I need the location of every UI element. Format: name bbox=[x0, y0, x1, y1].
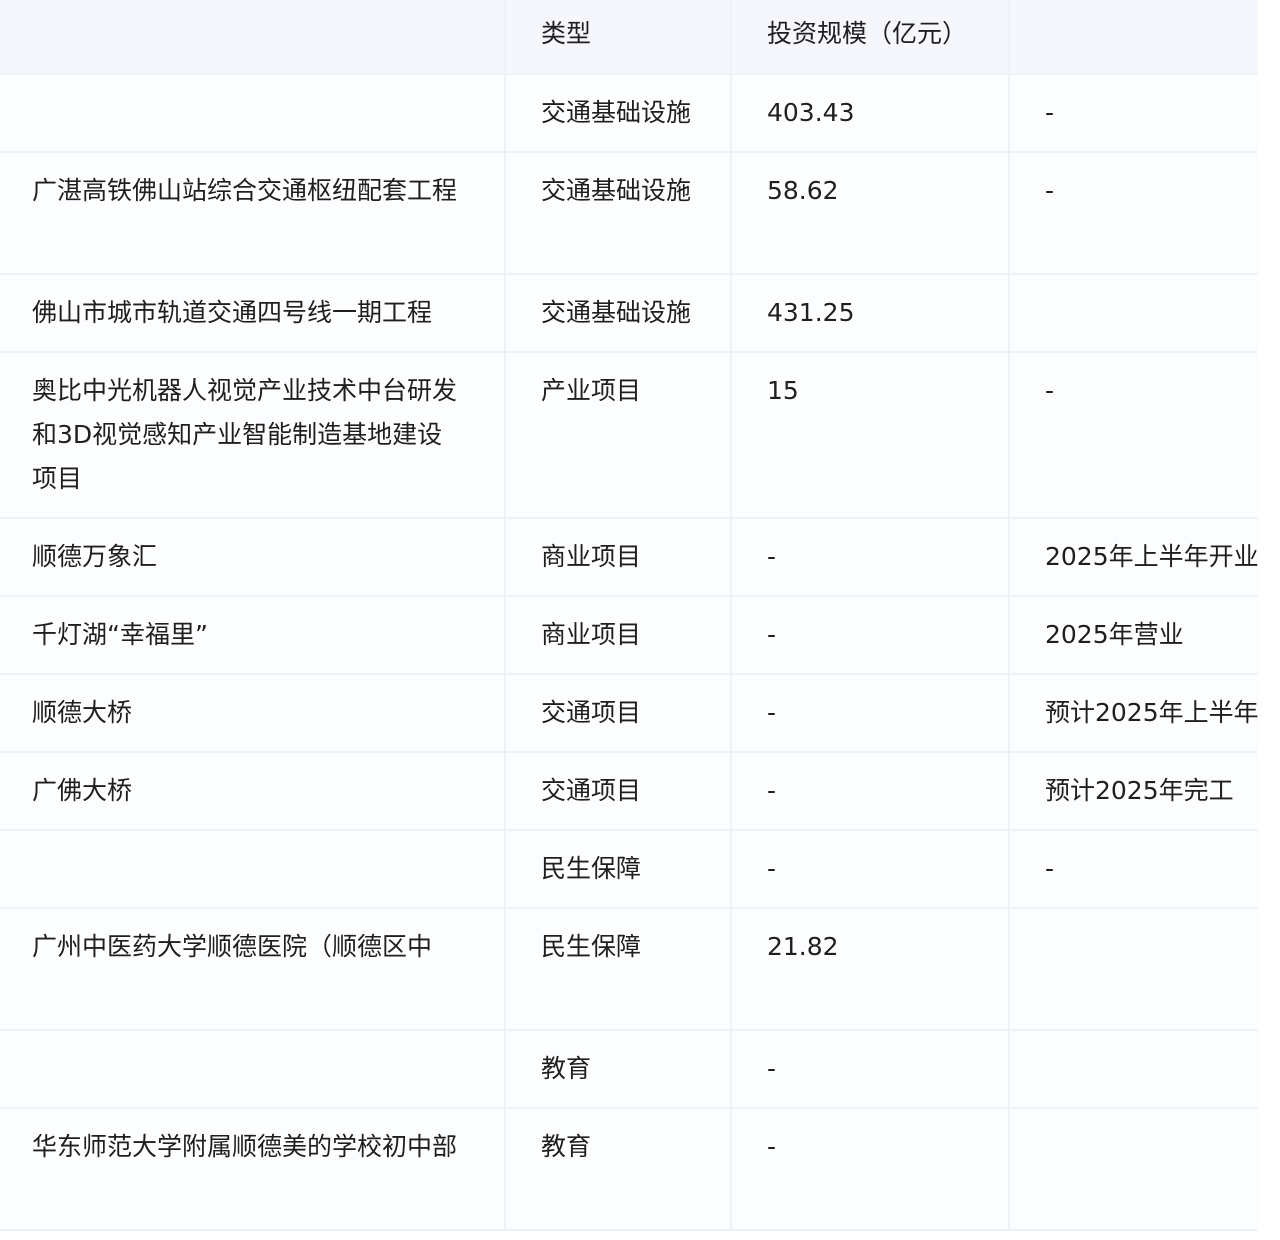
table-row: 广州中医药大学顺德医院（顺德区中 民生保障 21.82 bbox=[0, 908, 1258, 1031]
cell-name: 广州中医药大学顺德医院（顺德区中 bbox=[0, 908, 506, 1031]
cell-type: 商业项目 bbox=[505, 596, 732, 675]
table-row: 交通基础设施 403.43 - bbox=[0, 74, 1258, 153]
cell-name bbox=[0, 1030, 506, 1109]
project-table-container: 类型 投资规模（亿元） 交通基础设施 403.43 - 广湛高铁佛山站综合交通枢… bbox=[0, 0, 1258, 1232]
cell-name bbox=[0, 74, 506, 153]
cell-type: 民生保障 bbox=[505, 830, 732, 909]
table-row: 奥比中光机器人视觉产业技术中台研发和3D视觉感知产业智能制造基地建设项目 产业项… bbox=[0, 352, 1258, 519]
cell-note bbox=[1009, 1108, 1258, 1231]
cell-name bbox=[0, 830, 506, 909]
cell-name: 广湛高铁佛山站综合交通枢纽配套工程 bbox=[0, 152, 506, 275]
table-row: 广佛大桥 交通项目 - 预计2025年完工 bbox=[0, 752, 1258, 831]
cell-investment: - bbox=[731, 752, 1010, 831]
cell-investment: - bbox=[731, 830, 1010, 909]
cell-name: 奥比中光机器人视觉产业技术中台研发和3D视觉感知产业智能制造基地建设项目 bbox=[0, 352, 506, 519]
header-type: 类型 bbox=[505, 0, 732, 75]
cell-note: 2025年营业 bbox=[1009, 596, 1258, 675]
cell-investment: 15 bbox=[731, 352, 1010, 519]
table-row: 千灯湖“幸福里” 商业项目 - 2025年营业 bbox=[0, 596, 1258, 675]
cell-type: 教育 bbox=[505, 1030, 732, 1109]
cell-investment: - bbox=[731, 518, 1010, 597]
project-table: 类型 投资规模（亿元） 交通基础设施 403.43 - 广湛高铁佛山站综合交通枢… bbox=[0, 0, 1258, 1231]
header-note bbox=[1009, 0, 1258, 75]
cell-note: 预计2025年上半年 bbox=[1009, 674, 1258, 753]
cell-type: 教育 bbox=[505, 1108, 732, 1231]
cell-note bbox=[1009, 274, 1258, 353]
cell-type: 交通基础设施 bbox=[505, 152, 732, 275]
cell-name: 千灯湖“幸福里” bbox=[0, 596, 506, 675]
cell-type: 商业项目 bbox=[505, 518, 732, 597]
cell-name: 顺德大桥 bbox=[0, 674, 506, 753]
cell-note: 预计2025年完工 bbox=[1009, 752, 1258, 831]
cell-investment: 58.62 bbox=[731, 152, 1010, 275]
cell-investment: - bbox=[731, 596, 1010, 675]
cell-investment: 21.82 bbox=[731, 908, 1010, 1031]
table-row: 民生保障 - - bbox=[0, 830, 1258, 909]
table-row: 广湛高铁佛山站综合交通枢纽配套工程 交通基础设施 58.62 - bbox=[0, 152, 1258, 275]
header-name bbox=[0, 0, 506, 75]
table-row: 教育 - bbox=[0, 1030, 1258, 1109]
header-investment: 投资规模（亿元） bbox=[731, 0, 1010, 75]
cell-investment: 431.25 bbox=[731, 274, 1010, 353]
cell-type: 产业项目 bbox=[505, 352, 732, 519]
table-row: 顺德大桥 交通项目 - 预计2025年上半年 bbox=[0, 674, 1258, 753]
cell-note bbox=[1009, 1030, 1258, 1109]
cell-name: 佛山市城市轨道交通四号线一期工程 bbox=[0, 274, 506, 353]
cell-note bbox=[1009, 908, 1258, 1031]
table-header-row: 类型 投资规模（亿元） bbox=[0, 0, 1258, 75]
cell-type: 交通基础设施 bbox=[505, 274, 732, 353]
table-row: 顺德万象汇 商业项目 - 2025年上半年开业 bbox=[0, 518, 1258, 597]
cell-name: 顺德万象汇 bbox=[0, 518, 506, 597]
cell-investment: - bbox=[731, 1030, 1010, 1109]
cell-type: 民生保障 bbox=[505, 908, 732, 1031]
cell-note: - bbox=[1009, 352, 1258, 519]
cell-note: - bbox=[1009, 152, 1258, 275]
cell-investment: - bbox=[731, 1108, 1010, 1231]
cell-investment: - bbox=[731, 674, 1010, 753]
table-row: 华东师范大学附属顺德美的学校初中部 教育 - bbox=[0, 1108, 1258, 1231]
cell-type: 交通基础设施 bbox=[505, 74, 732, 153]
cell-type: 交通项目 bbox=[505, 752, 732, 831]
table-row: 佛山市城市轨道交通四号线一期工程 交通基础设施 431.25 bbox=[0, 274, 1258, 353]
cell-note: - bbox=[1009, 74, 1258, 153]
cell-type: 交通项目 bbox=[505, 674, 732, 753]
cell-note: - bbox=[1009, 830, 1258, 909]
cell-note: 2025年上半年开业 bbox=[1009, 518, 1258, 597]
cell-name: 华东师范大学附属顺德美的学校初中部 bbox=[0, 1108, 506, 1231]
cell-investment: 403.43 bbox=[731, 74, 1010, 153]
cell-name: 广佛大桥 bbox=[0, 752, 506, 831]
